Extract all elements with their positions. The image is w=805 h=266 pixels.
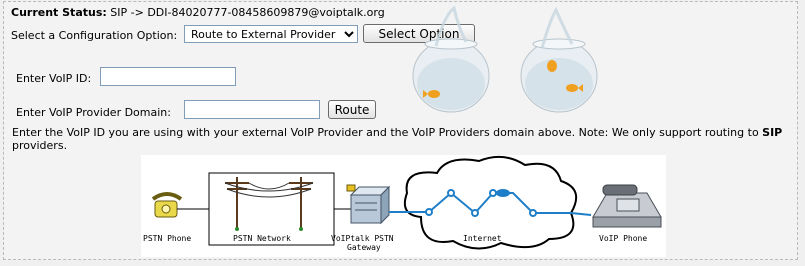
config-option-select[interactable]: Route to External Provider: [184, 25, 358, 43]
gateway-label-line1: VoIPtalk PSTN: [331, 234, 394, 243]
gateway-label-line2: Gateway: [347, 243, 381, 252]
network-diagram: PSTN Phone PSTN Network VoIPtalk PSTN Ga…: [141, 155, 666, 257]
router-node: [496, 189, 510, 197]
voip-phone-label: VoIP Phone: [599, 234, 647, 243]
route-button[interactable]: Route: [328, 100, 376, 119]
voip-id-label: Enter VoIP ID:: [16, 72, 92, 85]
gateway-icon: [346, 184, 391, 225]
pstn-phone-label: PSTN Phone: [143, 234, 191, 243]
pstn-network-label: PSTN Network: [233, 234, 291, 243]
configuration-panel: Current Status: SIP -> DDI-84020777-0845…: [3, 1, 798, 260]
status-value: SIP -> DDI-84020777-08458609879@voiptalk…: [110, 6, 385, 19]
fishbowl-right-icon: [520, 6, 598, 113]
status-label: Current Status:: [11, 6, 107, 19]
provider-domain-input[interactable]: [184, 100, 320, 119]
config-option-label: Select a Configuration Option:: [11, 29, 178, 42]
fishbowl-left-icon: [412, 6, 490, 113]
voip-id-input[interactable]: [100, 67, 236, 86]
fishbowl-illustration: [412, 6, 598, 113]
provider-domain-label: Enter VoIP Provider Domain:: [16, 106, 171, 119]
current-status: Current Status: SIP -> DDI-84020777-0845…: [11, 6, 385, 19]
note-text: Enter the VoIP ID you are using with you…: [12, 126, 763, 139]
routing-note: Enter the VoIP ID you are using with you…: [12, 126, 797, 152]
note-sip: SIP: [762, 126, 783, 139]
note-suffix: providers.: [12, 139, 68, 152]
internet-label: Internet: [463, 234, 502, 243]
